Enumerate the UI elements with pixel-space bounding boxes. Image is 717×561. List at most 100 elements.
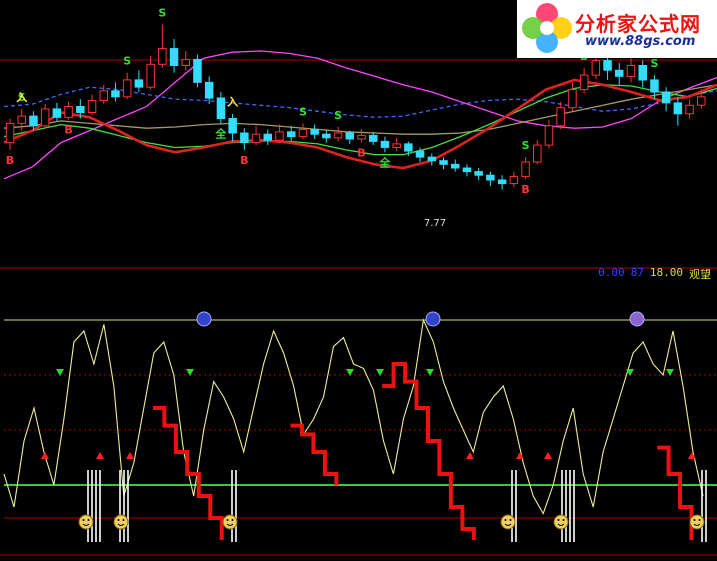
candle-body xyxy=(64,106,73,118)
oscillator-step-line xyxy=(657,445,694,540)
down-triangle-marker xyxy=(346,369,354,376)
signal-sell: S xyxy=(334,109,342,122)
legend-value-2: 87 xyxy=(630,266,644,279)
candle-body xyxy=(228,118,237,134)
signal-buy: B xyxy=(64,124,72,137)
candle-body xyxy=(181,58,190,66)
signal-sell: S xyxy=(299,105,307,118)
candle-body xyxy=(99,90,108,101)
smiley-eye xyxy=(557,519,560,521)
candle-body xyxy=(369,134,378,142)
smiley-icon xyxy=(553,514,569,530)
smiley-eye xyxy=(226,519,229,521)
candle-body xyxy=(509,175,519,185)
up-triangle-marker xyxy=(516,452,524,459)
up-triangle-marker xyxy=(466,452,474,459)
smiley-eye xyxy=(504,519,507,521)
stock-chart: SSSSSSSSBBBBB入入入全全7.77 分析家公式网 www.88gs.c… xyxy=(0,0,717,557)
signal-buy: B xyxy=(6,154,14,167)
smiley-eye xyxy=(698,519,701,521)
signal-enter: 入 xyxy=(16,91,27,104)
candle-body xyxy=(427,156,437,162)
candle-body xyxy=(216,97,226,119)
candle-body xyxy=(5,122,15,144)
candle-body xyxy=(661,91,671,104)
watermark-title: 分析家公式网 xyxy=(575,12,701,36)
candle-body xyxy=(204,81,214,99)
smiley-icon xyxy=(689,514,705,530)
candle-body xyxy=(275,131,284,141)
price-low-label: 7.77 xyxy=(424,218,446,229)
flower-logo-icon xyxy=(522,3,572,53)
candle-body xyxy=(474,171,483,176)
candle-body xyxy=(111,90,120,98)
candle-body xyxy=(240,132,249,144)
candle-body xyxy=(486,174,495,181)
candle-body xyxy=(52,108,62,118)
legend-value-3: 0.00 xyxy=(598,266,625,279)
up-triangle-marker xyxy=(41,452,49,459)
candle-body xyxy=(76,106,85,113)
candle-body xyxy=(404,143,413,152)
candle-body xyxy=(650,79,659,93)
signal-buy: B xyxy=(521,183,529,196)
candle-body xyxy=(521,161,530,177)
smiley-eye xyxy=(693,519,696,521)
grid-layer xyxy=(0,59,717,556)
smiley-eye xyxy=(87,519,90,521)
smiley-face xyxy=(78,514,94,530)
flower-center xyxy=(540,21,554,35)
candle-body xyxy=(193,58,202,83)
smiley-eye xyxy=(562,519,565,521)
candle-body xyxy=(17,115,26,124)
candle-body xyxy=(462,167,472,173)
candle-body xyxy=(415,150,425,158)
candle-body xyxy=(591,60,601,76)
candle-body xyxy=(263,133,272,141)
candle-body xyxy=(251,133,261,144)
smiley-face xyxy=(553,514,569,530)
signal-full: 全 xyxy=(214,126,227,140)
candle-body xyxy=(87,99,97,114)
top-circle-marker xyxy=(629,311,645,327)
candle-body xyxy=(158,48,167,65)
watermark-logo: 分析家公式网 www.88gs.com xyxy=(517,0,717,58)
moving-average-line xyxy=(3,84,717,156)
candle-body xyxy=(380,140,390,148)
down-triangle-marker xyxy=(56,369,64,376)
signal-buy: B xyxy=(357,147,365,160)
indicator-legend: 0.00 87 18.00 观望 xyxy=(598,266,711,282)
candle-body xyxy=(497,179,507,185)
candle-body xyxy=(357,134,366,140)
candle-body xyxy=(29,115,38,127)
candle-body xyxy=(392,143,401,148)
candle-body xyxy=(322,133,331,139)
candle-body xyxy=(673,102,683,115)
signal-sell: S xyxy=(650,57,658,70)
candle-body xyxy=(345,132,354,140)
candle-body xyxy=(40,108,50,127)
smiley-eye xyxy=(82,519,85,521)
signal-buy: B xyxy=(240,154,248,167)
up-triangle-marker xyxy=(544,452,552,459)
smiley-eye xyxy=(509,519,512,521)
candle-body xyxy=(298,128,308,138)
smiley-eye xyxy=(231,519,234,521)
candle-body xyxy=(638,65,647,81)
oscillator-step-line xyxy=(290,423,339,485)
oscillator-step-line xyxy=(153,406,224,540)
candle-body xyxy=(146,63,155,88)
candle-body xyxy=(451,163,460,169)
smiley-face xyxy=(222,514,238,530)
signal-sell: S xyxy=(123,55,131,68)
smiley-face xyxy=(113,514,129,530)
candle-body xyxy=(122,79,132,98)
down-triangle-marker xyxy=(666,369,674,376)
candle-body xyxy=(544,125,554,146)
smiley-icon xyxy=(78,514,94,530)
moving-average-line xyxy=(3,86,717,118)
up-triangle-marker xyxy=(126,452,134,459)
candle-body xyxy=(169,48,179,66)
smiley-face xyxy=(689,514,705,530)
down-triangle-marker xyxy=(186,369,194,376)
